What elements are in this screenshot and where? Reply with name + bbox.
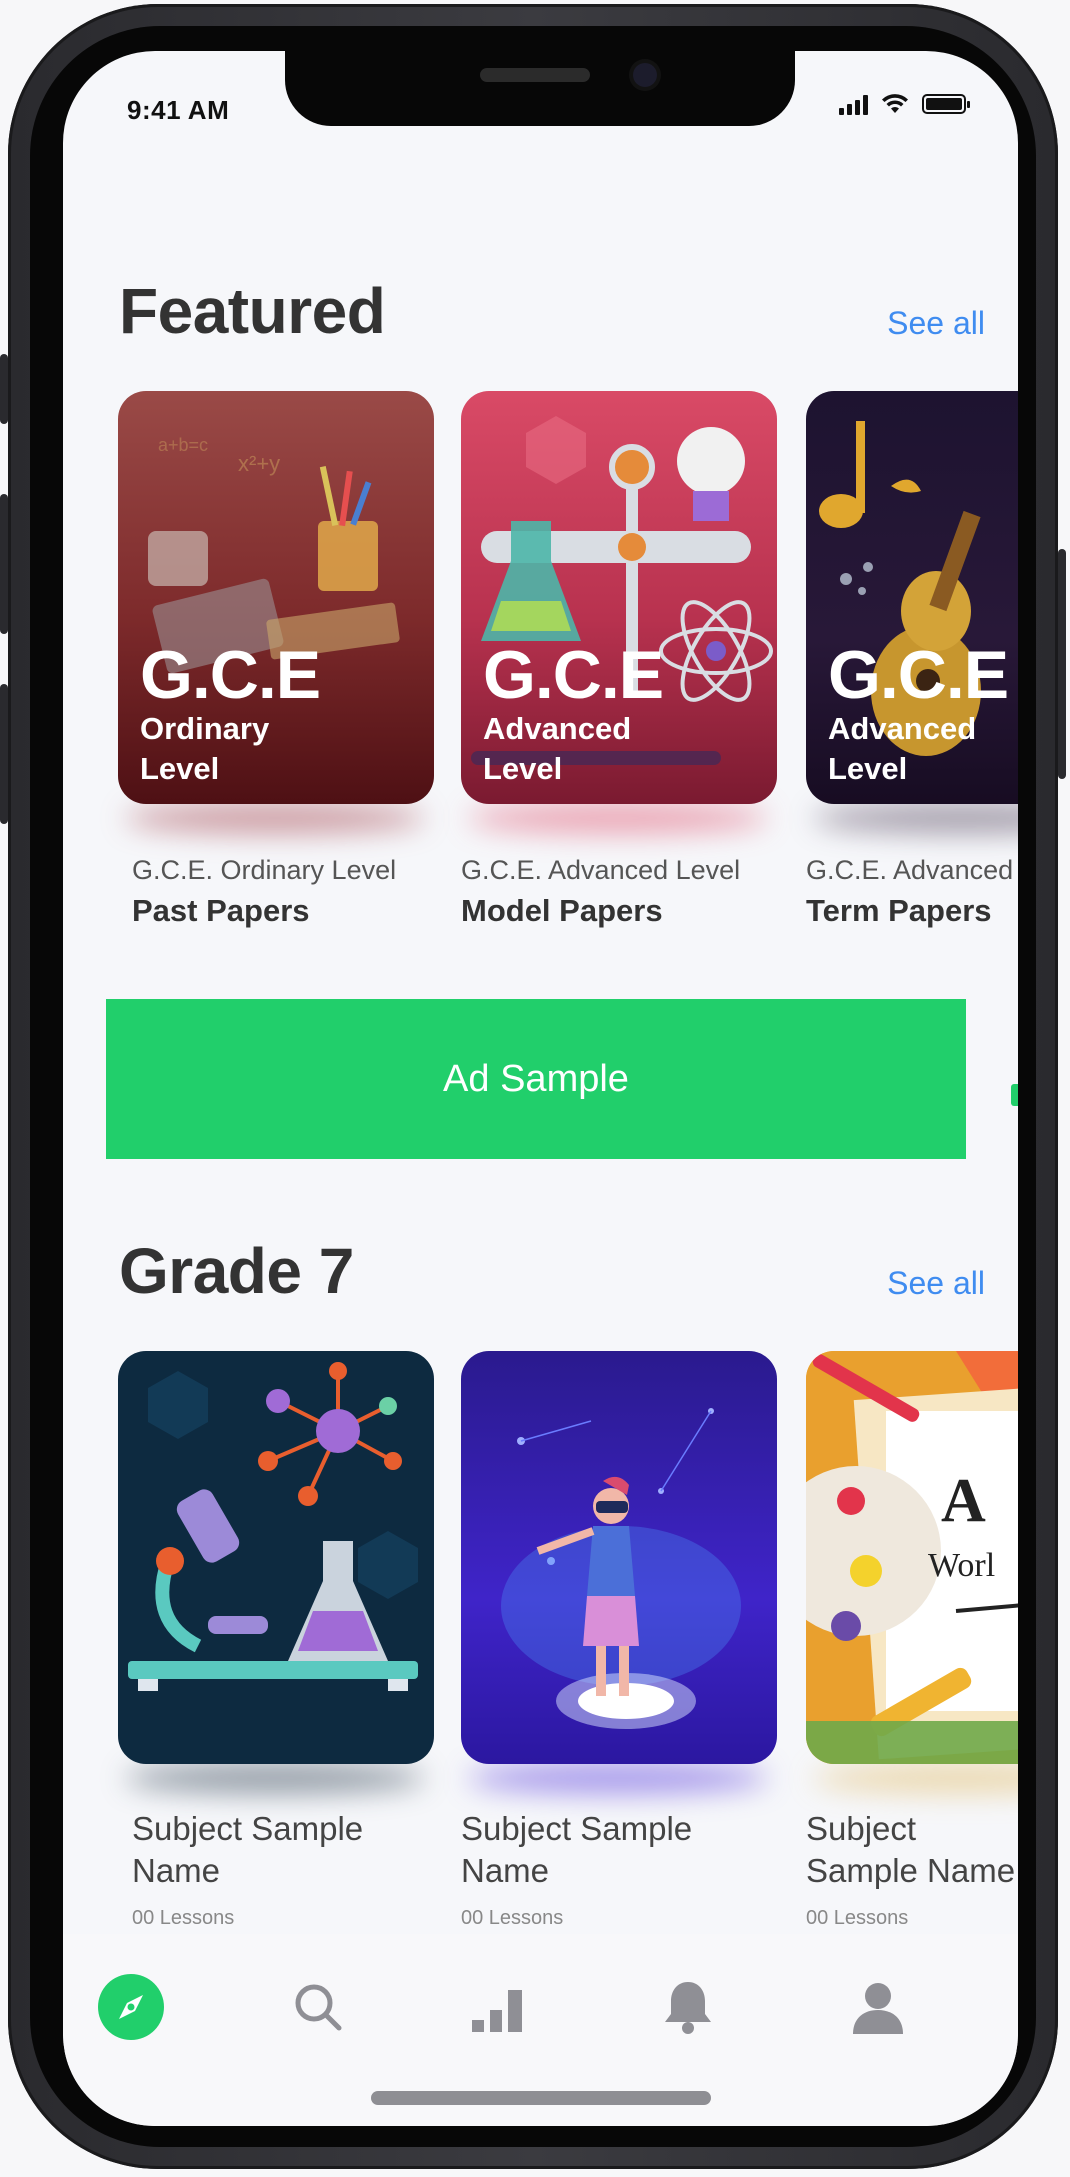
tab-explore[interactable] <box>96 1972 166 2042</box>
tab-stats[interactable] <box>465 1972 535 2042</box>
svg-text:a+b=c: a+b=c <box>158 435 208 455</box>
side-button <box>0 494 8 634</box>
screen: 9:41 AM Featured See all x²+y a+b=c G.C.… <box>63 51 1018 2126</box>
grade-title: Grade 7 <box>119 1235 354 1307</box>
subject-card-science[interactable] <box>118 1351 434 1764</box>
vr-person-illustration <box>501 1408 741 1729</box>
home-indicator[interactable] <box>371 2091 711 2105</box>
subject-lessons: 00 Lessons <box>806 1907 909 1929</box>
card-badge-title: G.C.E <box>140 637 321 713</box>
tab-notifications[interactable] <box>653 1972 723 2042</box>
card-subtitle: G.C.E. Ordinary Level <box>132 855 397 885</box>
svg-text:x²+y: x²+y <box>238 451 280 476</box>
side-button <box>1058 549 1066 779</box>
card-shadow <box>125 803 425 833</box>
card-shadow <box>813 1763 1018 1793</box>
phone-frame: 9:41 AM Featured See all x²+y a+b=c G.C.… <box>0 4 1066 2169</box>
subject-card-art[interactable]: A Worl <box>806 1351 1018 1764</box>
status-icons <box>839 93 970 115</box>
card-badge-level: Advanced Level <box>828 711 977 786</box>
art-text: A <box>941 1467 986 1535</box>
art-text: Worl <box>928 1547 995 1584</box>
ad-banner[interactable]: Ad Sample <box>106 999 966 1159</box>
battery-icon <box>922 94 970 114</box>
featured-title: Featured <box>119 275 386 347</box>
ad-banner-next[interactable] <box>1011 1084 1018 1106</box>
wifi-icon <box>882 94 908 113</box>
featured-card-ordinary-level[interactable]: x²+y a+b=c G.C.E Ordinary Level <box>118 391 434 804</box>
stats-icon <box>472 1990 522 2032</box>
subject-card-virtual-reality[interactable] <box>461 1351 777 1764</box>
card-subtitle: G.C.E. Advanced Level <box>461 855 741 885</box>
speaker <box>480 68 590 82</box>
tab-profile[interactable] <box>843 1972 913 2042</box>
card-name: Past Papers <box>132 893 310 928</box>
card-shadow <box>813 803 1018 833</box>
ad-label: Ad Sample <box>443 1057 629 1100</box>
featured-see-all-link[interactable]: See all <box>887 305 985 342</box>
bell-icon <box>665 1982 711 2034</box>
subject-name: Subject Sample Name <box>461 1810 693 1889</box>
featured-card-advanced-level[interactable]: G.C.E Advanced Level <box>461 391 777 804</box>
card-shadow <box>125 1763 425 1793</box>
signal-icon <box>839 93 868 115</box>
side-button <box>0 684 8 824</box>
compass-icon <box>98 1974 164 2040</box>
card-shadow <box>468 1763 768 1793</box>
grade-see-all-link[interactable]: See all <box>887 1265 985 1302</box>
subject-lessons: 00 Lessons <box>132 1907 235 1929</box>
microscope-illustration <box>128 1362 418 1691</box>
camera <box>633 63 657 87</box>
card-badge-title: G.C.E <box>828 637 1009 713</box>
search-icon <box>295 1984 342 2031</box>
art-palette-illustration: A Worl <box>806 1351 1018 1764</box>
tab-search[interactable] <box>283 1972 353 2042</box>
card-badge-level: Ordinary Level <box>140 711 270 786</box>
subject-name: Subject Sample Name <box>806 1810 1016 1889</box>
notch <box>285 51 795 126</box>
card-badge-title: G.C.E <box>483 637 664 713</box>
featured-card-advanced-level-music[interactable]: G.C.E Advanced Level <box>806 391 1018 804</box>
card-badge-level: Advanced Level <box>483 711 632 786</box>
subject-name: Subject Sample Name <box>132 1810 364 1889</box>
card-name: Term Papers <box>806 893 992 928</box>
side-button <box>0 354 8 424</box>
subject-lessons: 00 Lessons <box>461 1907 564 1929</box>
card-subtitle: G.C.E. Advanced Level <box>806 855 1018 885</box>
status-time: 9:41 AM <box>127 95 230 125</box>
card-shadow <box>468 803 768 833</box>
card-name: Model Papers <box>461 893 663 928</box>
profile-icon <box>853 1983 903 2034</box>
